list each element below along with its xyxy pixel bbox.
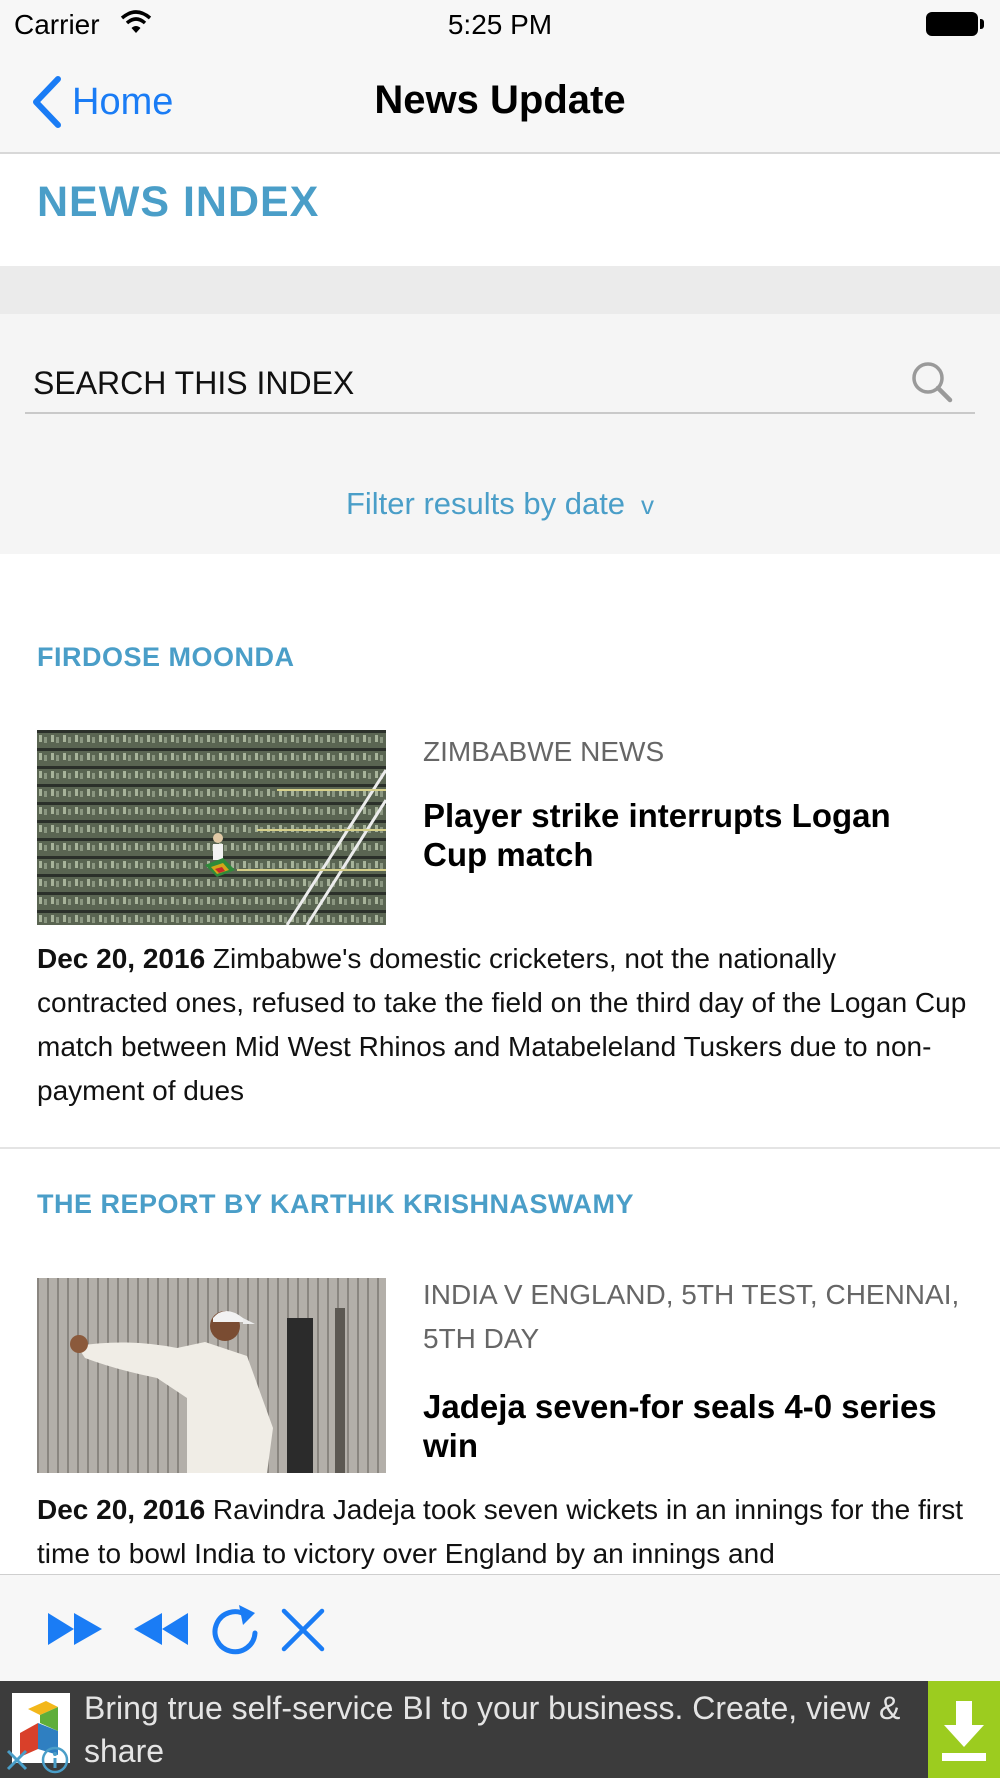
ad-text: Bring true self-service BI to your busin…	[84, 1690, 901, 1769]
chevron-down-icon: v	[641, 490, 655, 520]
article-date: Dec 20, 2016	[37, 1494, 206, 1525]
article-date: Dec 20, 2016	[37, 943, 206, 974]
ad-banner[interactable]: Bring true self-service BI to your busin…	[0, 1681, 1000, 1778]
article-item[interactable]: FIRDOSE MOONDA ZIMBABWE NEWS Player stri…	[0, 554, 1000, 1148]
article-category: ZIMBABWE NEWS	[423, 736, 665, 767]
status-time: 5:25 PM	[447, 9, 553, 40]
article-headline[interactable]: Player strike interrupts Logan Cup match	[423, 796, 963, 874]
article-thumbnail[interactable]	[37, 730, 386, 925]
index-title: NEWS INDEX	[37, 178, 320, 226]
article-summary: Dec 20, 2016 Ravindra Jadeja took seven …	[37, 1488, 967, 1574]
section-divider	[0, 266, 1000, 314]
bottom-toolbar	[0, 1574, 1000, 1681]
fast-forward-icon[interactable]	[46, 1603, 106, 1655]
article-byline: THE REPORT BY KARTHIK KRISHNASWAMY	[37, 1189, 635, 1219]
page-title: News Update	[374, 78, 626, 122]
ad-download-button[interactable]	[928, 1681, 1000, 1778]
article-thumbnail[interactable]	[37, 1278, 386, 1473]
article-byline: FIRDOSE MOONDA	[37, 642, 295, 672]
filter-label: Filter results by date	[345, 486, 626, 521]
rewind-icon[interactable]	[130, 1603, 190, 1655]
status-bar: Carrier 5:25 PM	[0, 0, 1000, 50]
search-input[interactable]	[25, 354, 975, 414]
index-header: NEWS INDEX	[0, 154, 1000, 266]
close-icon[interactable]	[272, 1603, 332, 1655]
article-summary: Dec 20, 2016 Zimbabwe's domestic cricket…	[37, 937, 967, 1113]
search-section: Filter results by date v	[0, 314, 1000, 554]
ad-close-icon[interactable]	[2, 1745, 32, 1775]
navigation-bar: Home News Update	[0, 50, 1000, 154]
article-headline[interactable]: Jadeja seven-for seals 4-0 series win	[423, 1387, 963, 1465]
article-category: INDIA V ENGLAND, 5TH TEST, CHENNAI, 5TH …	[423, 1279, 960, 1354]
ad-info-icon[interactable]	[40, 1745, 70, 1775]
filter-by-date-dropdown[interactable]: Filter results by date v	[0, 486, 1000, 522]
search-icon[interactable]	[910, 360, 954, 404]
battery-icon	[926, 12, 984, 36]
refresh-icon[interactable]	[206, 1603, 266, 1655]
download-icon	[942, 1701, 986, 1761]
article-item[interactable]: THE REPORT BY KARTHIK KRISHNASWAMY INDIA…	[0, 1149, 1000, 1574]
